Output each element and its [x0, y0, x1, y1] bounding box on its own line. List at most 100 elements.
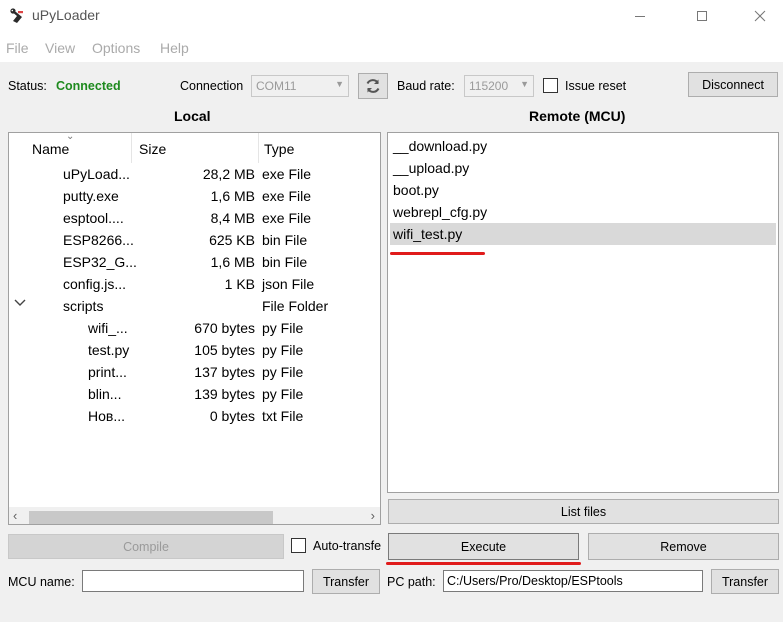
tree-row[interactable]: uPyLoad... 28,2 MB exe File [9, 163, 380, 185]
file-type: txt File [262, 408, 304, 424]
file-type: bin File [262, 254, 308, 270]
tree-row[interactable]: putty.exe 1,6 MB exe File [9, 185, 380, 207]
list-item[interactable]: boot.py [390, 179, 776, 201]
file-type: json File [262, 276, 315, 292]
baud-rate-select[interactable]: 115200 ▼ [464, 75, 534, 97]
annotation-underline [390, 252, 485, 255]
chevron-down-icon: ▼ [520, 79, 529, 89]
file-type: py File [262, 364, 304, 380]
scroll-right-icon[interactable]: › [371, 508, 375, 523]
auto-transfer-checkbox[interactable] [291, 538, 306, 553]
column-divider[interactable] [258, 133, 259, 163]
file-size: 139 bytes [194, 386, 255, 402]
auto-transfer-label: Auto-transfer [313, 539, 381, 553]
chevron-down-icon: ▼ [335, 79, 344, 89]
column-header-size[interactable]: Size [139, 141, 166, 157]
file-size: 8,4 MB [210, 210, 255, 226]
tree-header: ⌄ Name Size Type [9, 133, 380, 163]
baud-rate-label: Baud rate: [397, 79, 455, 93]
tree-row[interactable]: Нов... 0 bytes txt File [9, 405, 380, 427]
tree-row[interactable]: blin... 139 bytes py File [9, 383, 380, 405]
list-item-selected[interactable]: wifi_test.py [390, 223, 776, 245]
remove-button[interactable]: Remove [588, 533, 779, 560]
tree-row[interactable]: test.py 105 bytes py File [9, 339, 380, 361]
close-button[interactable] [737, 0, 783, 32]
status-value: Connected [56, 79, 121, 93]
scrollbar-thumb[interactable] [29, 511, 273, 524]
remote-panel-title: Remote (MCU) [529, 108, 626, 124]
column-header-type[interactable]: Type [264, 141, 294, 157]
annotation-underline [386, 562, 581, 565]
file-size: 137 bytes [194, 364, 255, 380]
tree-row-folder[interactable]: scripts File Folder [9, 295, 380, 317]
expand-chevron-icon[interactable] [13, 296, 27, 313]
maximize-button[interactable] [679, 0, 725, 32]
close-icon [754, 10, 766, 22]
file-size: 105 bytes [194, 342, 255, 358]
issue-reset-checkbox[interactable] [543, 78, 558, 93]
file-name: uPyLoad... [63, 166, 130, 182]
file-size: 625 KB [209, 232, 255, 248]
scroll-left-icon[interactable]: ‹ [13, 508, 17, 523]
list-item[interactable]: webrepl_cfg.py [390, 201, 776, 223]
transfer-to-mcu-button[interactable]: Transfer [312, 569, 380, 594]
menu-options[interactable]: Options [92, 40, 140, 56]
transfer-to-pc-button[interactable]: Transfer [711, 569, 779, 594]
execute-button[interactable]: Execute [388, 533, 579, 560]
file-name: blin... [88, 386, 122, 402]
status-label: Status: [8, 79, 47, 93]
compile-button[interactable]: Compile [8, 534, 284, 559]
menu-file[interactable]: File [6, 40, 29, 56]
local-panel-title: Local [174, 108, 211, 124]
tree-row[interactable]: config.js... 1 KB json File [9, 273, 380, 295]
file-size: 0 bytes [209, 408, 255, 424]
minimize-icon [635, 16, 645, 17]
minimize-button[interactable] [617, 0, 663, 32]
file-size: 28,2 MB [202, 166, 255, 182]
mcu-name-label: MCU name: [8, 575, 75, 589]
file-type: py File [262, 386, 304, 402]
local-file-tree[interactable]: ⌄ Name Size Type uPyLoad... 28,2 MB exe … [8, 132, 381, 525]
connection-value: COM11 [256, 79, 297, 93]
column-header-name[interactable]: Name [32, 141, 69, 157]
title-bar: uPyLoader [0, 0, 783, 32]
file-name: Нов... [88, 408, 126, 424]
file-type: exe File [262, 166, 312, 182]
maximize-icon [697, 11, 707, 21]
refresh-icon [366, 79, 380, 93]
tree-row[interactable]: ESP8266... 625 KB bin File [9, 229, 380, 251]
tree-row[interactable]: print... 137 bytes py File [9, 361, 380, 383]
tree-row[interactable]: wifi_... 670 bytes py File [9, 317, 380, 339]
file-name: putty.exe [63, 188, 119, 204]
baud-rate-value: 115200 [469, 79, 509, 93]
file-type: exe File [262, 188, 312, 204]
file-name: esptool.... [63, 210, 124, 226]
tree-row[interactable]: esptool.... 8,4 MB exe File [9, 207, 380, 229]
menu-bar: File View Options Help [0, 32, 783, 62]
column-divider[interactable] [131, 133, 132, 163]
file-name: wifi_... [88, 320, 128, 336]
pc-path-input[interactable]: C:/Users/Pro/Desktop/ESPtools [443, 570, 703, 592]
menu-view[interactable]: View [45, 40, 75, 56]
issue-reset-label: Issue reset [565, 79, 627, 93]
connection-label: Connection [180, 79, 244, 93]
file-type: bin File [262, 232, 308, 248]
menu-help[interactable]: Help [160, 40, 189, 56]
list-item[interactable]: __download.py [390, 135, 776, 157]
file-size: 1,6 MB [210, 188, 255, 204]
horizontal-scrollbar[interactable]: ‹ › [9, 507, 380, 524]
refresh-ports-button[interactable] [358, 73, 388, 99]
list-files-button[interactable]: List files [388, 499, 779, 524]
file-name: ESP8266... [63, 232, 134, 248]
file-type: File Folder [262, 298, 329, 314]
connection-select[interactable]: COM11 ▼ [251, 75, 349, 97]
remote-file-list[interactable]: __download.py __upload.py boot.py webrep… [387, 132, 779, 493]
file-name: config.js... [63, 276, 127, 292]
file-name: ESP32_G... [63, 254, 137, 270]
list-item[interactable]: __upload.py [390, 157, 776, 179]
tree-row[interactable]: ESP32_G... 1,6 MB bin File [9, 251, 380, 273]
mcu-name-input[interactable] [82, 570, 304, 592]
disconnect-button[interactable]: Disconnect [688, 72, 778, 97]
file-name: scripts [63, 298, 104, 314]
pc-path-label: PC path: [387, 575, 436, 589]
